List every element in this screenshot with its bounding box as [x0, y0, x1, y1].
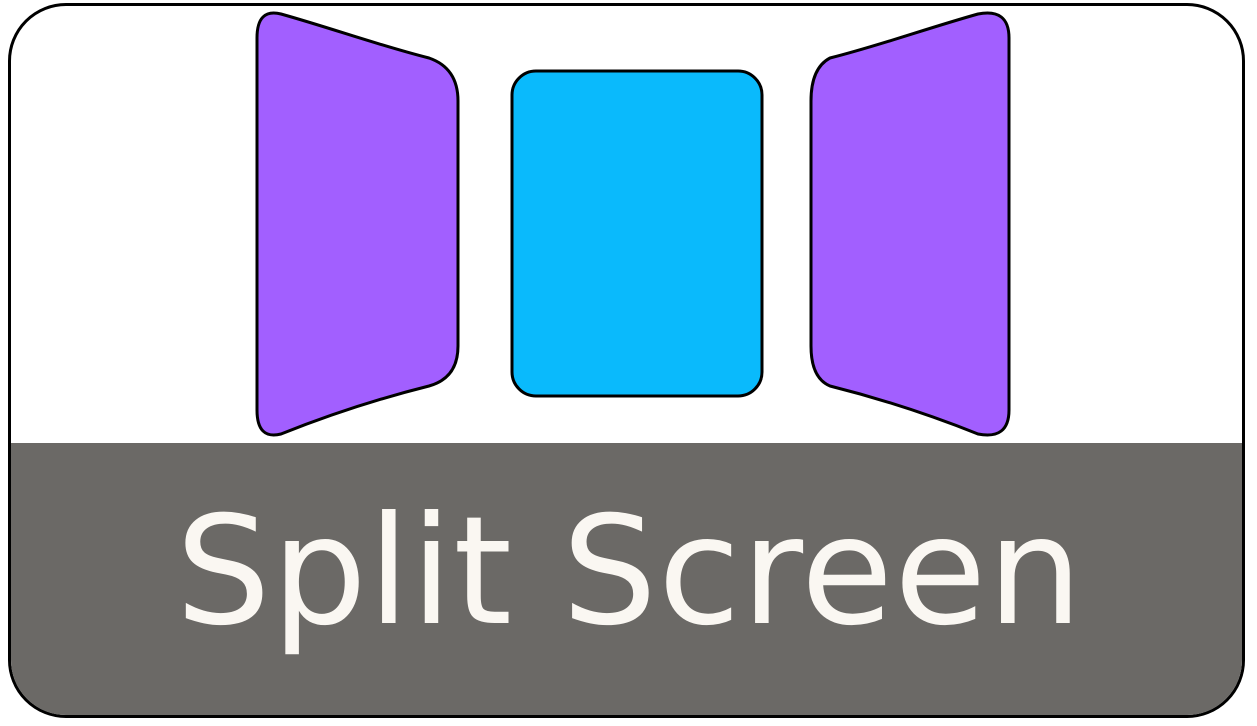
center-panel: [510, 69, 764, 398]
label-text: Split Screen: [175, 485, 1084, 659]
split-screen-icon: [255, 11, 1011, 437]
left-panel: [255, 11, 460, 437]
right-panel: [809, 11, 1011, 437]
split-screen-card[interactable]: Split Screen: [8, 3, 1245, 718]
label-bar: Split Screen: [11, 443, 1242, 715]
